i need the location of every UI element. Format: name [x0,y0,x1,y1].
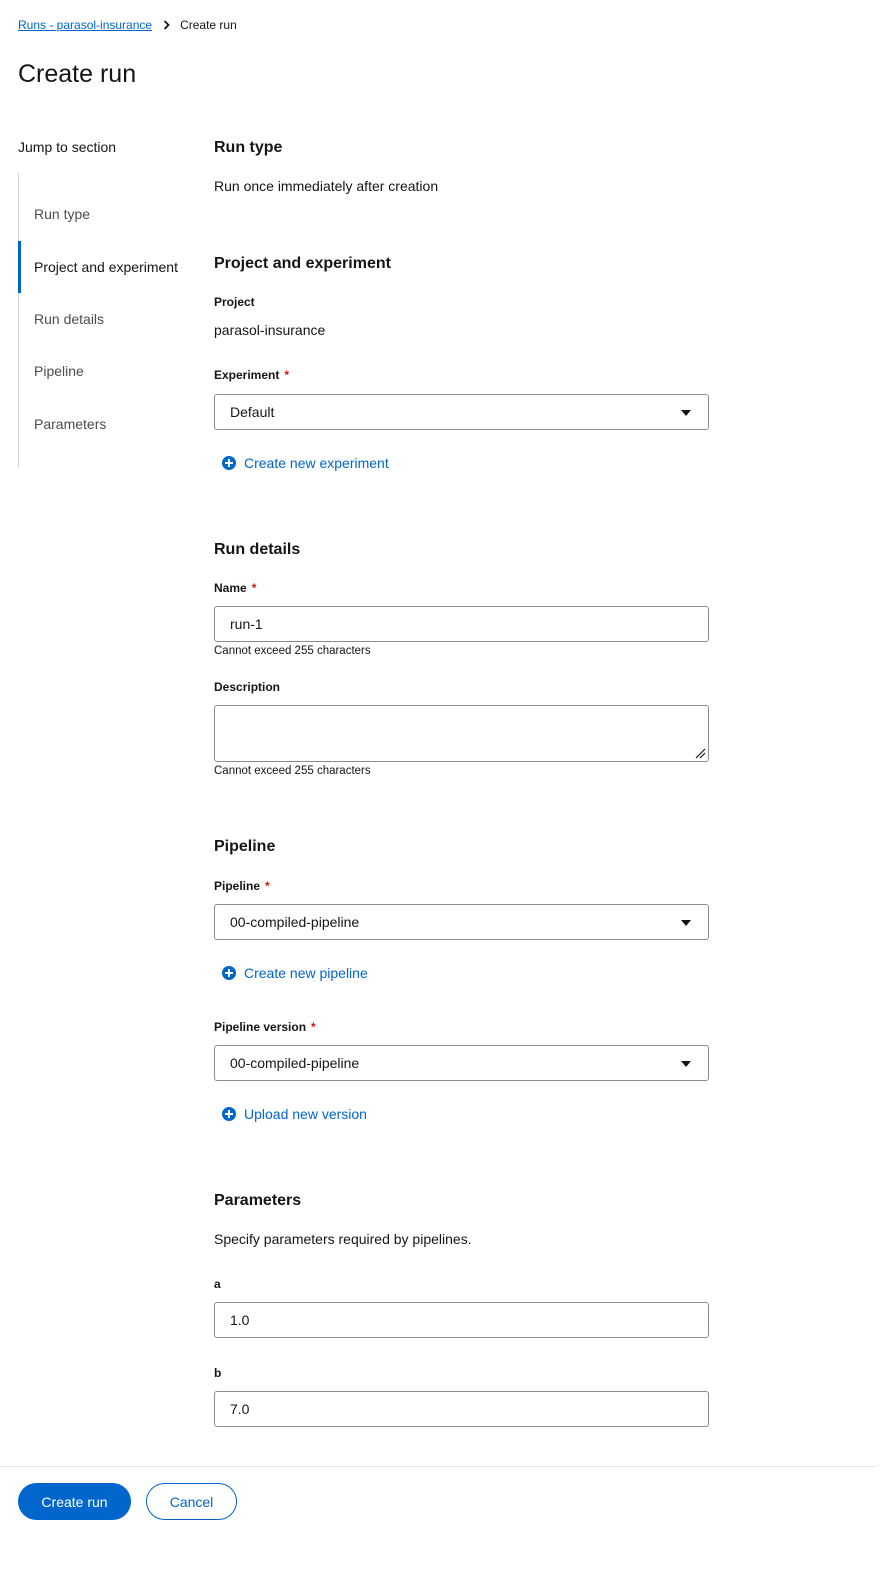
jump-item-parameters[interactable]: Parameters [19,398,194,450]
pipeline-version-label: Pipeline version * [214,1019,316,1035]
pipeline-version-select[interactable]: 00-compiled-pipeline [214,1045,709,1081]
experiment-select[interactable]: Default [214,394,709,430]
breadcrumb-link-runs[interactable]: Runs - parasol-insurance [18,18,152,32]
upload-new-version-label: Upload new version [244,1106,367,1122]
run-type-value: Run once immediately after creation [214,178,439,194]
parameter-a-label: a [214,1277,221,1291]
pipeline-label: Pipeline * [214,878,270,894]
description-textarea[interactable] [214,705,709,762]
description-helper-text: Cannot exceed 255 characters [214,765,371,777]
jump-to-section: Jump to section Run type Project and exp… [18,138,198,468]
page-title: Create run [18,60,137,88]
required-indicator: * [251,581,257,595]
required-indicator: * [311,1020,316,1034]
plus-circle-icon [222,966,236,980]
section-heading-pipeline: Pipeline [214,838,276,855]
required-indicator: * [284,368,290,382]
create-new-experiment-button[interactable]: Create new experiment [222,455,389,471]
create-run-button[interactable]: Create run [18,1483,131,1520]
cancel-button[interactable]: Cancel [146,1483,237,1520]
create-new-experiment-label: Create new experiment [244,455,389,471]
create-new-pipeline-button[interactable]: Create new pipeline [222,965,368,981]
footer-divider [0,1466,876,1467]
description-label: Description [214,680,281,694]
upload-new-version-button[interactable]: Upload new version [222,1106,367,1122]
jump-to-section-title: Jump to section [18,139,117,155]
experiment-select-value: Default [230,404,275,420]
project-value: parasol-insurance [214,322,326,338]
jump-item-project-and-experiment[interactable]: Project and experiment [18,241,193,293]
project-label: Project [214,295,255,309]
pipeline-version-select-value: 00-compiled-pipeline [230,1055,360,1071]
jump-list: Run type Project and experiment Run deta… [18,173,198,468]
experiment-label: Experiment * [214,367,289,383]
create-new-pipeline-label: Create new pipeline [244,965,368,981]
chevron-right-icon [163,20,170,30]
name-input-value: run-1 [230,616,263,632]
section-heading-run-type: Run type [214,139,283,156]
pipeline-select-value: 00-compiled-pipeline [230,914,360,930]
section-heading-project-and-experiment: Project and experiment [214,255,391,272]
jump-item-run-type[interactable]: Run type [19,188,194,240]
parameter-a-input[interactable]: 1.0 [214,1302,709,1338]
parameters-description: Specify parameters required by pipelines… [214,1231,472,1247]
required-indicator: * [265,879,270,893]
parameter-b-value: 7.0 [230,1401,250,1417]
parameter-b-input[interactable]: 7.0 [214,1391,709,1427]
experiment-label-text: Experiment [214,368,280,382]
parameter-a-value: 1.0 [230,1312,250,1328]
caret-down-icon [681,1061,691,1067]
name-input[interactable]: run-1 [214,606,709,642]
section-heading-run-details: Run details [214,541,301,558]
name-helper-text: Cannot exceed 255 characters [214,645,371,657]
breadcrumb: Runs - parasol-insurance Create run [18,17,237,33]
name-label-text: Name [214,581,247,595]
breadcrumb-current: Create run [180,18,237,32]
caret-down-icon [681,920,691,926]
pipeline-select[interactable]: 00-compiled-pipeline [214,904,709,940]
parameter-b-label: b [214,1366,222,1380]
jump-item-run-details[interactable]: Run details [19,293,194,345]
plus-circle-icon [222,1107,236,1121]
plus-circle-icon [222,456,236,470]
pipeline-version-label-text: Pipeline version [214,1020,307,1034]
name-label: Name * [214,580,256,596]
section-heading-parameters: Parameters [214,1192,302,1209]
caret-down-icon [681,410,691,416]
resize-grip-icon[interactable] [693,746,706,759]
jump-item-pipeline[interactable]: Pipeline [19,345,194,397]
pipeline-label-text: Pipeline [214,879,261,893]
